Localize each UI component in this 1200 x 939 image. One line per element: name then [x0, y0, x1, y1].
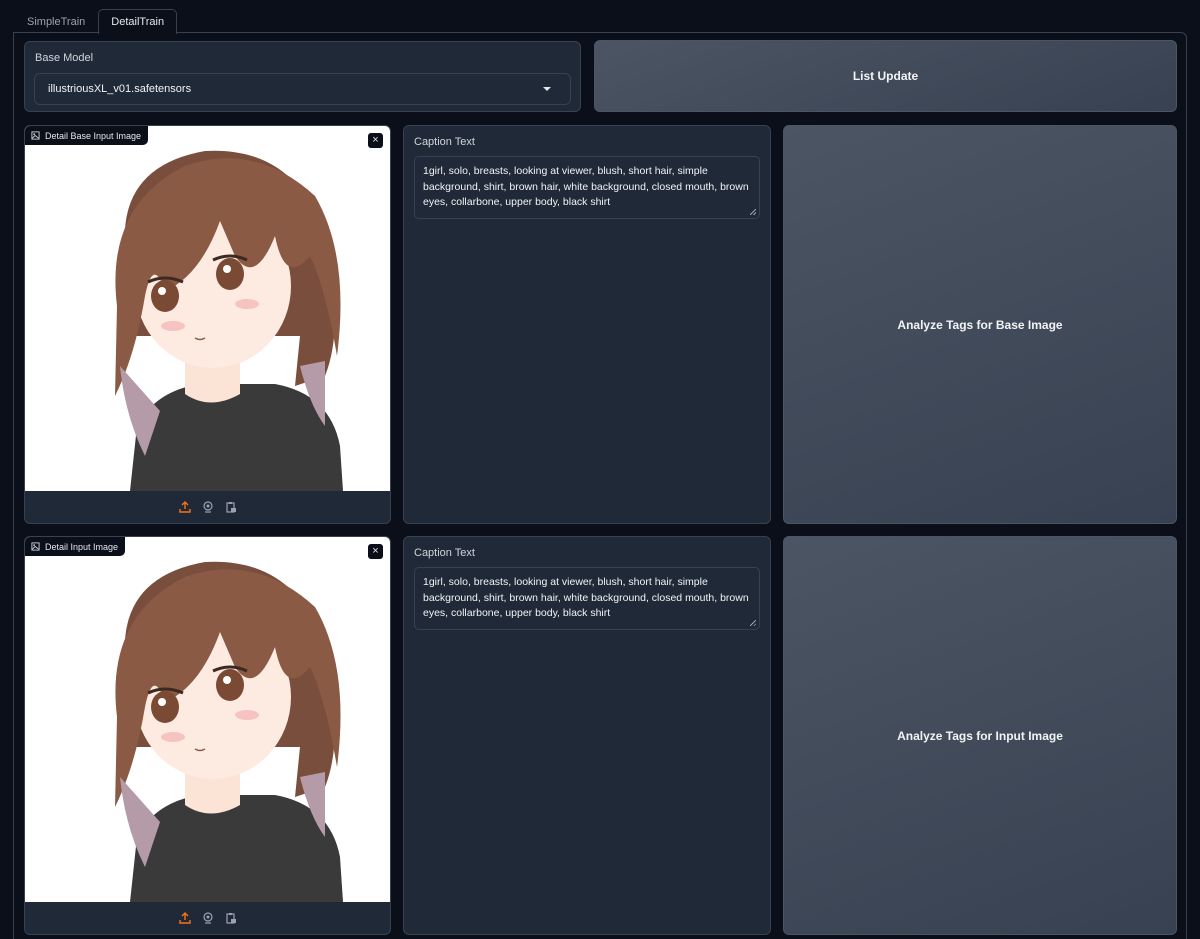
caption-label: Caption Text [414, 547, 475, 559]
analyze-base-image-button[interactable]: Analyze Tags for Base Image [783, 125, 1177, 524]
image-label: Detail Input Image [25, 537, 126, 556]
image-label: Detail Base Input Image [25, 126, 149, 145]
list-update-button[interactable]: List Update [594, 40, 1177, 112]
image-icon [31, 542, 40, 551]
tab-bar: SimpleTrain DetailTrain [14, 9, 178, 34]
webcam-icon[interactable] [201, 911, 215, 925]
input-image-block[interactable]: Detail Input Image × [24, 536, 391, 935]
caption-text: 1girl, solo, breasts, looking at viewer,… [423, 165, 749, 208]
base-model-label: Base Model [35, 52, 94, 64]
input-caption-block: Caption Text 1girl, solo, breasts, looki… [403, 536, 771, 935]
tab-detail-train[interactable]: DetailTrain [98, 9, 178, 34]
anime-girl-image [25, 537, 390, 902]
tab-simple-train[interactable]: SimpleTrain [14, 9, 98, 33]
image-label-text: Detail Base Input Image [45, 130, 142, 141]
caption-text: 1girl, solo, breasts, looking at viewer,… [423, 576, 749, 619]
base-model-block: Base Model illustriousXL_v01.safetensors [24, 41, 581, 112]
caption-textarea[interactable]: 1girl, solo, breasts, looking at viewer,… [414, 156, 760, 219]
detail-train-panel: Base Model illustriousXL_v01.safetensors… [13, 32, 1187, 939]
resize-handle-icon[interactable] [750, 209, 756, 215]
resize-handle-icon[interactable] [750, 620, 756, 626]
base-model-value: illustriousXL_v01.safetensors [48, 83, 192, 95]
anime-girl-image [25, 126, 390, 491]
analyze-input-image-button[interactable]: Analyze Tags for Input Image [783, 536, 1177, 935]
upload-icon[interactable] [178, 500, 192, 514]
image-toolbar [25, 902, 390, 934]
webcam-icon[interactable] [201, 500, 215, 514]
base-caption-block: Caption Text 1girl, solo, breasts, looki… [403, 125, 771, 524]
image-label-text: Detail Input Image [45, 541, 119, 552]
close-icon[interactable]: × [368, 544, 383, 559]
base-model-dropdown[interactable]: illustriousXL_v01.safetensors [34, 73, 571, 105]
upload-icon[interactable] [178, 911, 192, 925]
chevron-down-icon [543, 87, 551, 91]
base-input-image-block[interactable]: Detail Base Input Image × [24, 125, 391, 524]
close-icon[interactable]: × [368, 133, 383, 148]
image-icon [31, 131, 40, 140]
clipboard-icon[interactable] [224, 500, 238, 514]
caption-label: Caption Text [414, 136, 475, 148]
image-toolbar [25, 491, 390, 523]
clipboard-icon[interactable] [224, 911, 238, 925]
caption-textarea[interactable]: 1girl, solo, breasts, looking at viewer,… [414, 567, 760, 630]
